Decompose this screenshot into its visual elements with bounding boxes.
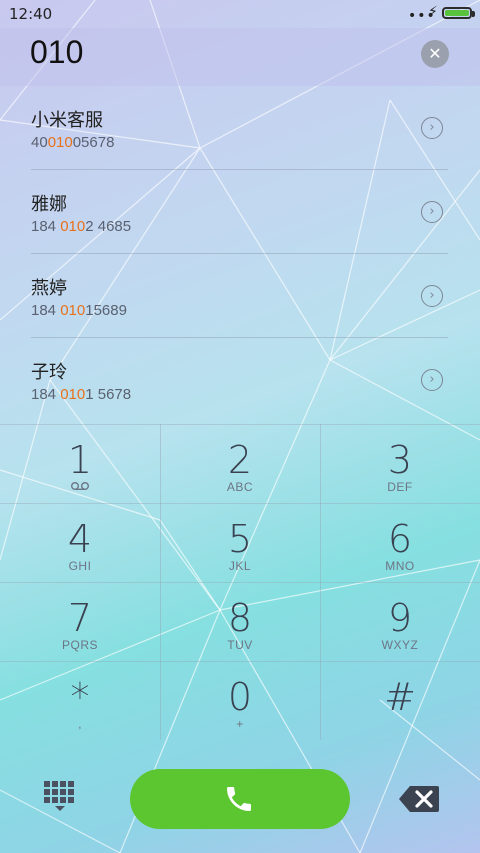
status-bar: 12:40 ••• ⚡ bbox=[0, 0, 480, 28]
chevron-right-icon[interactable]: › bbox=[421, 117, 443, 139]
chevron-right-icon[interactable]: › bbox=[421, 201, 443, 223]
phone-icon bbox=[227, 787, 251, 811]
key-8[interactable]: 8 TUV bbox=[160, 582, 320, 661]
key-2[interactable]: 2 ABC bbox=[160, 424, 320, 503]
dial-input-bar: 010 ✕ bbox=[0, 28, 480, 86]
key-0[interactable]: 0 + bbox=[160, 661, 320, 740]
contact-row[interactable]: 子玲 184 0101 5678 › bbox=[0, 338, 480, 422]
battery-icon bbox=[442, 7, 475, 19]
dialpad-icon[interactable] bbox=[40, 781, 80, 819]
contact-name: 雅娜 bbox=[31, 194, 67, 215]
key-5[interactable]: 5 JKL bbox=[160, 503, 320, 582]
key-3[interactable]: 3 DEF bbox=[320, 424, 480, 503]
contact-row[interactable]: 雅娜 184 0102 4685 › bbox=[0, 170, 480, 254]
contact-number: 184 0102 4685 bbox=[31, 218, 132, 235]
status-time: 12:40 bbox=[9, 5, 53, 23]
contact-row[interactable]: 小米客服 4001005678 › bbox=[0, 86, 480, 170]
key-star[interactable]: * , bbox=[0, 661, 160, 740]
contact-row[interactable]: 燕婷 184 01015689 › bbox=[0, 254, 480, 338]
dial-keypad: 1 2 ABC 3 DEF 4 GHI 5 JKL 6 MNO 7 PQRS 8… bbox=[0, 424, 480, 740]
charging-icon: ⚡ bbox=[428, 4, 438, 20]
key-hash[interactable]: # bbox=[320, 661, 480, 740]
backspace-icon[interactable] bbox=[398, 785, 440, 813]
voicemail-icon bbox=[0, 480, 160, 494]
contact-number: 184 0101 5678 bbox=[31, 386, 132, 403]
contact-results-list: 小米客服 4001005678 › 雅娜 184 0102 4685 › 燕婷 … bbox=[0, 86, 480, 422]
contact-name: 燕婷 bbox=[31, 278, 67, 299]
call-button[interactable] bbox=[130, 769, 350, 829]
clear-icon[interactable]: ✕ bbox=[421, 40, 449, 68]
dial-input[interactable]: 010 bbox=[30, 34, 83, 71]
contact-number: 4001005678 bbox=[31, 134, 115, 151]
key-6[interactable]: 6 MNO bbox=[320, 503, 480, 582]
chevron-right-icon[interactable]: › bbox=[421, 285, 443, 307]
chevron-right-icon[interactable]: › bbox=[421, 369, 443, 391]
key-4[interactable]: 4 GHI bbox=[0, 503, 160, 582]
key-7[interactable]: 7 PQRS bbox=[0, 582, 160, 661]
contact-number: 184 01015689 bbox=[31, 302, 127, 319]
contact-name: 子玲 bbox=[31, 362, 67, 383]
key-9[interactable]: 9 WXYZ bbox=[320, 582, 480, 661]
key-1[interactable]: 1 bbox=[0, 424, 160, 503]
contact-name: 小米客服 bbox=[31, 110, 103, 131]
